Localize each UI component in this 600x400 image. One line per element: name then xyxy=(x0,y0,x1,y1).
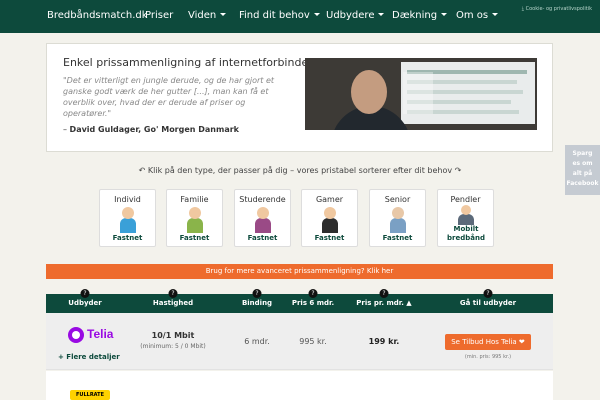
nav-item-udbydere[interactable]: Udbydere xyxy=(326,10,385,21)
persona-illustration-icon xyxy=(255,207,271,233)
help-icon[interactable]: ? xyxy=(483,289,493,298)
persona-tag: Mobilt bredbånd xyxy=(447,225,485,242)
cookie-policy-link[interactable]: ⤓ Cookie- og privatlivspolitik xyxy=(522,6,592,12)
persona-tag: Fastnet xyxy=(314,234,345,242)
nav-item-label: Om os xyxy=(456,10,489,21)
min-price-note: (min. pris: 995 kr.) xyxy=(464,354,512,360)
persona-label: Individ xyxy=(114,195,141,204)
nav-item-om-os[interactable]: Om os xyxy=(456,10,499,21)
telia-mark-icon xyxy=(68,327,84,343)
col-header-binding[interactable]: Binding xyxy=(242,299,272,307)
caret-down-icon xyxy=(492,13,499,16)
price-per-month: 199 kr. xyxy=(368,337,400,346)
nav-item-viden[interactable]: Viden xyxy=(188,10,227,21)
nav-item-label: Priser xyxy=(145,10,174,21)
table-row: Telia + Flere detaljer 10/1 Mbit (minimu… xyxy=(46,313,553,370)
persona-label: Pendler xyxy=(450,195,481,204)
persona-label: Familie xyxy=(180,195,209,204)
price-6-months: 995 kr. xyxy=(299,337,327,346)
caret-down-icon xyxy=(378,13,385,16)
side-tab-line: es om xyxy=(572,160,593,167)
col-header-gaa-til-udbyder: Gå til udbyder xyxy=(459,299,517,307)
nav-item-priser[interactable]: Priser xyxy=(145,10,173,21)
help-icon[interactable]: ? xyxy=(80,289,90,298)
download-icon: ⤓ xyxy=(521,6,525,12)
help-icon[interactable]: ? xyxy=(168,289,178,298)
persona-illustration-icon xyxy=(120,207,136,233)
speed-value: 10/1 Mbit xyxy=(151,331,195,340)
fullrate-logo[interactable]: FULLRATE xyxy=(70,390,110,400)
help-icon[interactable]: ? xyxy=(379,289,389,298)
nav-item-label: Udbydere xyxy=(326,10,375,21)
see-offer-button[interactable]: Se Tilbud Hos Telia ❤ xyxy=(445,334,531,350)
col-header-pris-pr-mdr[interactable]: Pris pr. mdr. ▲ xyxy=(356,299,411,307)
help-icon[interactable]: ? xyxy=(252,289,262,298)
testimonial-panel: Enkel prissammenligning af internetforbi… xyxy=(46,43,553,152)
binding-value: 6 mdr. xyxy=(244,337,270,346)
more-details-link[interactable]: + Flere detaljer xyxy=(58,353,120,361)
persona-card-gamer[interactable]: Gamer Fastnet xyxy=(301,189,358,247)
testimonial-author: – David Guldager, Go' Morgen Danmark xyxy=(63,125,239,134)
side-tab-line: Sparg xyxy=(572,150,593,157)
nav-item-label: Dækning xyxy=(392,10,438,21)
brand-logo[interactable]: Bredbåndsmatch.dk xyxy=(47,10,148,21)
persona-illustration-icon xyxy=(390,207,406,233)
col-header-hastighed[interactable]: Hastighed xyxy=(153,299,193,307)
persona-tag: Fastnet xyxy=(247,234,278,242)
persona-card-pendler[interactable]: Pendler Mobilt bredbånd xyxy=(437,189,494,247)
top-navbar: Bredbåndsmatch.dk Priser Viden Find dit … xyxy=(0,0,600,33)
author-name: David Guldager, Go' Morgen Danmark xyxy=(69,125,239,134)
persona-card-studerende[interactable]: Studerende Fastnet xyxy=(234,189,291,247)
persona-label: Gamer xyxy=(315,195,344,204)
advanced-comparison-banner[interactable]: Brug for mere avanceret prissammenlignin… xyxy=(46,264,553,279)
col-header-udbyder[interactable]: Udbyder xyxy=(68,299,101,307)
price-table-header: ? Udbyder ? Hastighed ? Binding ? Pris 6… xyxy=(46,289,553,313)
table-row: FULLRATE xyxy=(46,371,553,400)
side-tab-line: Facebook xyxy=(566,180,599,187)
persona-instruction: ↶ Klik på den type, der passer på dig – … xyxy=(138,166,462,175)
persona-card-senior[interactable]: Senior Fastnet xyxy=(369,189,426,247)
persona-label: Senior xyxy=(384,195,411,204)
caret-down-icon xyxy=(313,13,320,16)
nav-item-label: Viden xyxy=(188,10,217,21)
caret-down-icon xyxy=(441,13,448,16)
cookie-policy-label: Cookie- og privatlivspolitik xyxy=(525,6,592,12)
video-person-head xyxy=(351,70,387,114)
persona-card-individ[interactable]: Individ Fastnet xyxy=(99,189,156,247)
side-tab-line: alt på xyxy=(572,170,593,177)
facebook-side-tab[interactable]: Sparg es om alt på Facebook xyxy=(565,145,600,195)
nav-item-label: Find dit behov xyxy=(239,10,310,21)
testimonial-quote: "Det er vitterligt en jungle derude, og … xyxy=(63,76,275,118)
speed-minimum: (minimum: 5 / 0 Mbit) xyxy=(140,343,206,350)
persona-label: Studerende xyxy=(239,195,286,204)
persona-tag: Fastnet xyxy=(112,234,143,242)
nav-item-find-dit-behov[interactable]: Find dit behov xyxy=(239,10,320,21)
provider-name: Telia xyxy=(87,327,114,341)
persona-illustration-icon xyxy=(322,207,338,233)
video-player[interactable] xyxy=(305,58,537,130)
col-header-pris-6-mdr[interactable]: Pris 6 mdr. xyxy=(292,299,334,307)
panel-heading: Enkel prissammenligning af internetforbi… xyxy=(63,56,329,69)
persona-card-familie[interactable]: Familie Fastnet xyxy=(166,189,223,247)
persona-illustration-icon xyxy=(187,207,203,233)
persona-tag: Fastnet xyxy=(382,234,413,242)
help-icon[interactable]: ? xyxy=(308,289,318,298)
caret-down-icon xyxy=(220,13,227,16)
play-icon[interactable] xyxy=(403,72,433,114)
persona-tag: Fastnet xyxy=(179,234,210,242)
nav-item-daekning[interactable]: Dækning xyxy=(392,10,448,21)
persona-illustration-icon xyxy=(458,205,474,225)
